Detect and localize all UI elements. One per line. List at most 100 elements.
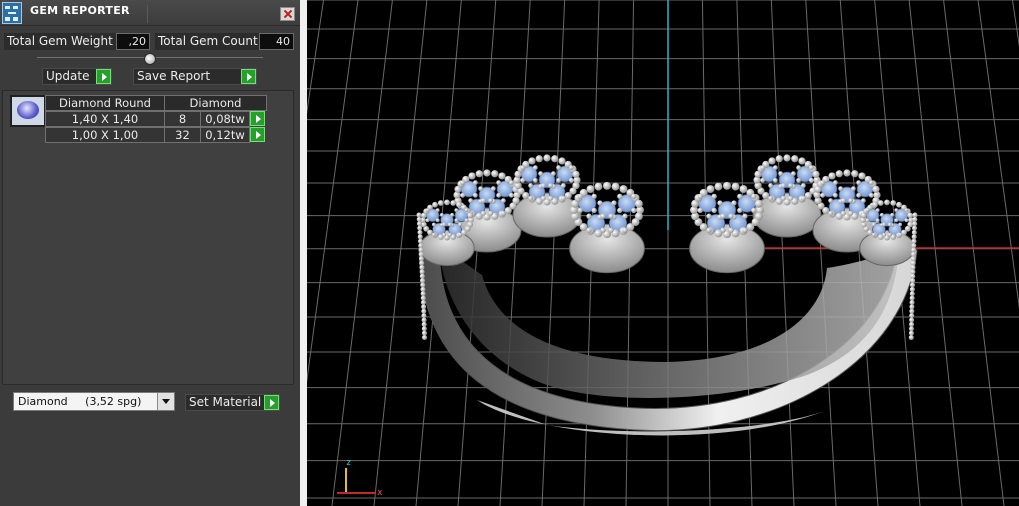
milgrain-bead [723, 181, 731, 190]
prong-bead [568, 165, 574, 171]
prong-bead [425, 218, 430, 223]
milgrain-bead [468, 172, 476, 180]
prong-bead [528, 195, 534, 201]
milgrain-bead [421, 308, 427, 314]
panel-divider[interactable] [300, 0, 307, 506]
prong-bead [904, 208, 909, 213]
prong-bead [439, 212, 444, 217]
prong-bead [442, 222, 447, 227]
milgrain-bead [432, 201, 438, 208]
prong-bead [780, 183, 786, 189]
material-select[interactable]: Diamond (3,52 spg) [13, 392, 175, 411]
select-row-button[interactable] [250, 127, 265, 142]
prong-bead [742, 213, 748, 219]
prong-bead [468, 198, 474, 204]
prong-bead [760, 177, 766, 183]
prong-bead [706, 227, 712, 233]
prong-bead [425, 208, 430, 213]
milgrain-bead [498, 172, 506, 180]
milgrain-bead [909, 308, 915, 314]
prong-bead [608, 213, 614, 219]
set-material-button[interactable]: Set Material [185, 394, 280, 411]
prong-bead [597, 200, 603, 206]
size-slider-handle[interactable] [144, 53, 156, 65]
prong-bead [737, 193, 743, 200]
prong-bead [768, 195, 774, 201]
set-material-button-label: Set Material [189, 395, 262, 409]
gem-size-cell: 1,00 X 1,00 [45, 127, 165, 143]
prong-bead [820, 180, 826, 186]
select-row-button[interactable] [250, 111, 265, 126]
prong-bead [840, 210, 846, 216]
milgrain-bead [420, 300, 426, 305]
milgrain-bead [706, 185, 715, 194]
grid-line [1011, 0, 1019, 48]
milgrain-bead [491, 170, 499, 178]
prong-bead [431, 222, 436, 227]
prong-bead [496, 192, 502, 198]
grid-line [331, 0, 393, 506]
milgrain-bead [634, 199, 643, 208]
milgrain-bead [551, 155, 559, 163]
diamond-round-icon[interactable] [10, 95, 46, 127]
prong-bead [435, 208, 440, 213]
milgrain-bead [450, 200, 457, 206]
chevron-down-icon[interactable] [157, 393, 174, 410]
milgrain-bead [419, 273, 425, 279]
milgrain-bead [528, 157, 536, 165]
prong-bead [490, 186, 496, 192]
prong-bead [591, 207, 597, 214]
prong-bead [720, 213, 726, 219]
prong-bead [711, 193, 717, 200]
milgrain-bead [417, 234, 423, 240]
prong-bead [768, 183, 774, 189]
prong-bead [832, 180, 838, 186]
grid-line [499, 0, 531, 506]
milgrain-bead [421, 326, 427, 332]
gem-size-cell: 1,40 X 1,40 [45, 111, 165, 127]
milgrain-bead [890, 200, 897, 206]
prong-bead [772, 177, 778, 183]
prong-bead [890, 212, 895, 217]
prong-bead [898, 222, 903, 227]
gem-weight-cell: 0,12tw [200, 127, 250, 143]
gem-reporter-panel: GEM REPORTER Total Gem Weight ,20 Total … [0, 0, 300, 506]
prong-bead [728, 227, 734, 233]
prong-bead [478, 186, 484, 192]
column-header-material: Diamond [164, 95, 267, 111]
milgrain-bead [444, 199, 450, 206]
milgrain-bead [417, 238, 423, 244]
milgrain-bead [910, 278, 916, 284]
milgrain-bead [535, 155, 543, 163]
close-icon[interactable] [280, 7, 295, 21]
total-gem-count-value: 40 [259, 33, 294, 50]
prong-bead [840, 198, 846, 204]
milgrain-bead [731, 182, 740, 191]
prong-bead [480, 198, 486, 204]
save-report-button[interactable]: Save Report [133, 68, 257, 85]
prong-bead [540, 183, 546, 189]
prong-bead [622, 227, 628, 233]
milgrain-bead [851, 170, 859, 178]
prong-bead [532, 165, 538, 171]
prong-bead [447, 232, 452, 237]
prong-bead [796, 165, 802, 171]
milgrain-bead [572, 170, 580, 178]
prong-bead [780, 195, 786, 201]
prong-bead [808, 177, 814, 183]
update-button[interactable]: Update [42, 68, 112, 85]
3d-viewport[interactable]: z x [307, 0, 1019, 506]
milgrain-bead [909, 313, 915, 319]
milgrain-bead [421, 304, 427, 310]
prong-bead [560, 183, 566, 189]
prong-bead [548, 195, 554, 201]
prong-bead [711, 207, 717, 214]
milgrain-bead [416, 212, 422, 218]
prong-bead [460, 192, 466, 198]
z-axis-indicator [345, 468, 347, 492]
prong-bead [904, 218, 909, 223]
milgrain-bead [421, 321, 427, 327]
grid-line [943, 0, 1005, 506]
prong-bead [631, 193, 637, 200]
prong-bead [472, 180, 478, 186]
